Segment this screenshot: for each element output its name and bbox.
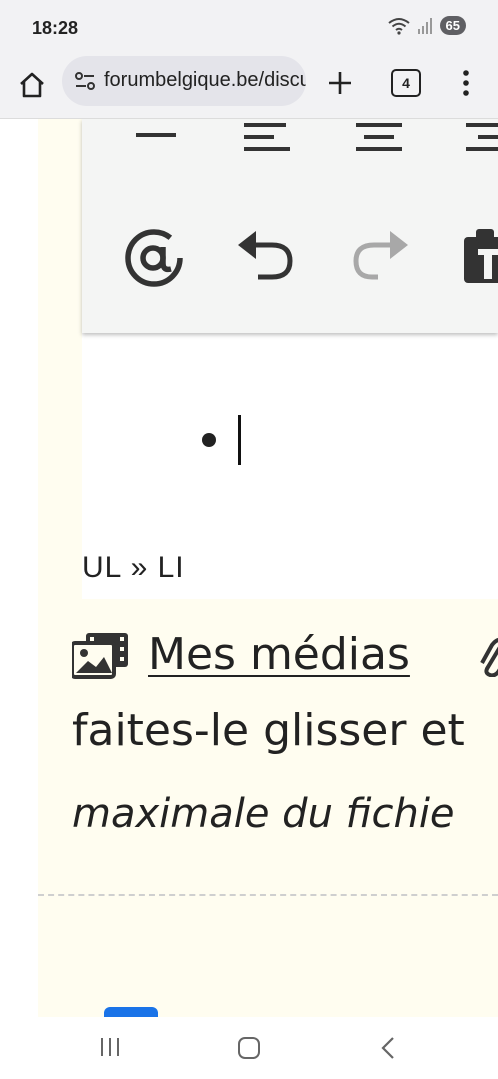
max-size-text: maximale du fichie [72,791,455,837]
navigation-bar [0,1017,498,1079]
back-icon[interactable] [378,1035,398,1061]
status-bar: 18:28 65 [0,0,498,56]
battery-indicator: 65 [439,16,466,35]
signal-icon [417,17,432,34]
drag-drop-text: faites-le glisser et [72,705,465,756]
text-cursor [238,415,241,465]
address-bar[interactable]: forumbelgique.be/discussion [62,56,306,106]
action-button[interactable] [104,1007,158,1017]
my-media-link[interactable]: Mes médias [148,629,410,680]
home-icon[interactable] [14,67,50,103]
editor-toolbar [82,119,498,333]
undo-icon[interactable] [236,229,296,281]
divider [38,894,498,896]
status-time: 18:28 [32,18,79,38]
element-path: UL » LI [82,551,185,584]
paste-icon[interactable] [462,227,498,283]
redo-icon[interactable] [350,229,410,281]
new-tab-icon[interactable] [322,65,358,101]
tab-switcher-button[interactable]: 4 [391,69,421,97]
wifi-icon [387,17,410,35]
align-right-icon[interactable] [464,119,498,157]
recent-apps-icon[interactable] [98,1035,122,1059]
align-left-icon[interactable] [242,119,292,157]
status-icons: 65 [387,16,466,35]
home-nav-icon[interactable] [236,1035,262,1061]
browser-toolbar: forumbelgique.be/discussion 4 [0,56,498,119]
url-text[interactable]: forumbelgique.be/discussion [104,69,306,92]
page-content: UL » LI Mes médias faites-le glisser et … [0,119,498,1017]
horizontal-rule-icon[interactable] [134,125,178,145]
site-settings-icon[interactable] [74,70,96,92]
at-mention-icon[interactable] [124,227,184,289]
list-bullet [202,433,216,447]
more-menu-icon[interactable] [456,65,476,101]
paperclip-icon[interactable] [480,637,498,677]
align-center-icon[interactable] [354,119,404,157]
media-library-icon[interactable] [72,631,130,679]
